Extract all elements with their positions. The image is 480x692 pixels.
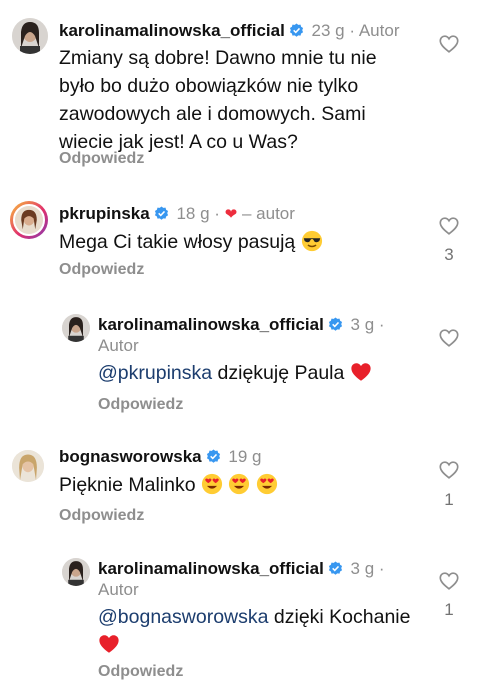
separator: · [214,204,220,223]
comment-text: @pkrupinska dziękuję Paula [98,359,372,387]
username[interactable]: karolinamalinowska_official [59,21,285,40]
timestamp: 18 g [176,204,210,223]
red-heart-emoji-icon [351,363,371,381]
reply-button[interactable]: Odpowiedz [98,663,183,681]
like-count: 3 [444,245,454,264]
comment-meta: karolinamalinowska_official 23 g · Autor [59,20,399,42]
comment-text-line: zawodowych ale i domowych. Sami [59,103,366,125]
comment-meta: pkrupinska 18 g · ❤ – autor [59,203,295,226]
like-count: 1 [444,600,454,619]
heart-icon[interactable] [438,459,460,481]
heart-icon[interactable] [438,570,460,592]
red-heart-emoji-icon [99,635,119,653]
author-label-line: Autor [98,335,139,357]
mention-link[interactable]: @pkrupinska [98,362,212,384]
like-count: 1 [444,490,454,509]
comment-text: Zmiany są dobre! Dawno mnie tu nie było … [59,44,377,156]
author-label: – autor [241,204,295,223]
timestamp: 19 g [228,447,262,466]
heart-icon[interactable] [438,327,460,349]
comment-text-content: Mega Ci takie włosy pasują [59,231,296,253]
avatar[interactable] [12,18,48,54]
avatar[interactable] [12,450,44,482]
author-label: Autor [358,21,400,40]
separator: · [378,315,385,334]
heart-eyes-emoji-icon [201,473,223,495]
username[interactable]: karolinamalinowska_official [98,559,324,578]
comment-text-line: było bo dużo obowiązków nie tylko [59,75,359,97]
verified-icon [328,317,342,331]
username[interactable]: pkrupinska [59,204,150,223]
username[interactable]: bognasworowska [59,447,202,466]
username[interactable]: karolinamalinowska_official [98,315,324,334]
emoji-line [98,631,428,659]
separator: · [378,559,385,578]
timestamp: 3 g [350,315,375,334]
comment-text-line: Zmiany są dobre! Dawno mnie tu nie [59,47,377,69]
avatar[interactable] [62,558,90,586]
comment-meta: karolinamalinowska_official 3 g · [98,314,385,336]
reply-button[interactable]: Odpowiedz [98,396,183,414]
reply-button[interactable]: Odpowiedz [59,507,144,525]
author-label: Autor [98,580,139,599]
comment-text: Pięknie Malinko [59,471,278,499]
avatar[interactable] [10,201,48,239]
comment-meta: bognasworowska 19 g [59,446,261,468]
comment-meta: karolinamalinowska_official 3 g · [98,558,385,580]
heart-eyes-emoji-icon [229,473,250,495]
timestamp: 3 g [350,559,375,578]
comment-text: Mega Ci takie włosy pasują [59,228,323,256]
heart-icon[interactable] [438,215,460,237]
timestamp: 23 g [311,21,345,40]
separator: · [349,21,356,40]
mention-link[interactable]: @bognasworowska [98,606,268,628]
avatar[interactable] [62,314,90,342]
comment-text-content: dzięki Kochanie [268,606,411,628]
verified-icon [154,206,168,220]
reply-button[interactable]: Odpowiedz [59,261,144,279]
author-liked-heart-icon: ❤ [224,206,238,223]
verified-icon [289,23,303,37]
verified-icon [206,449,220,463]
comment-text-content: Pięknie Malinko [59,474,196,496]
author-label-line: Autor [98,579,139,601]
heart-icon[interactable] [438,33,460,55]
author-label: Autor [98,336,139,355]
verified-icon [328,561,342,575]
reply-button[interactable]: Odpowiedz [59,150,144,168]
sunglasses-emoji-icon [301,230,322,252]
heart-eyes-emoji-icon [256,473,277,495]
comment-text-content: dziękuję Paula [212,362,345,384]
comment-text: @bognasworowska dzięki Kochanie [98,603,428,659]
